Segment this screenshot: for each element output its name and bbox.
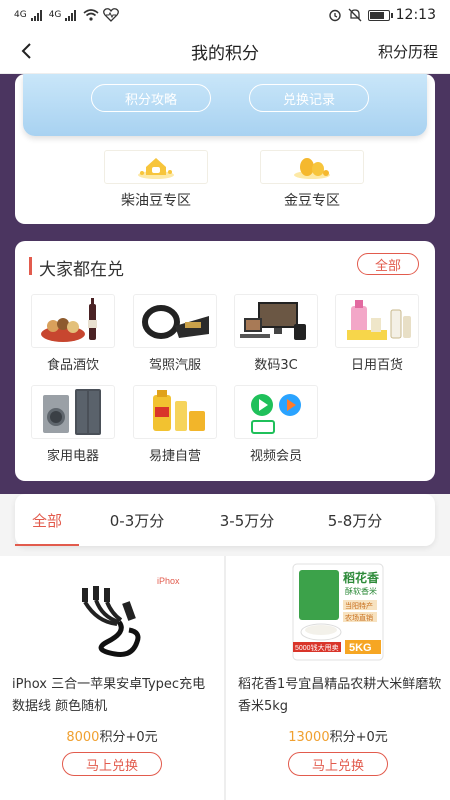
navigation-bar: 我的积分 积分历程 [0, 30, 450, 74]
category-thumb [31, 294, 115, 348]
car-service-icon [142, 305, 209, 339]
pack-sub-text: 酥软香米 [345, 586, 377, 596]
tab-5-8w[interactable]: 5-8万分 [319, 494, 391, 546]
tab-0-3w[interactable]: 0-3万分 [101, 494, 173, 546]
points-history-link[interactable]: 积分历程 [378, 41, 438, 62]
pack-brand-text: 稻花香 [343, 570, 379, 585]
daily-goods-icon [347, 300, 411, 340]
video-vip-icon [251, 394, 301, 434]
wifi-icon [83, 9, 99, 21]
category-thumb [335, 294, 419, 348]
points-strategy-button[interactable]: 积分攻略 [91, 84, 211, 112]
product-points: 8000 [66, 730, 100, 745]
pack-tag-1: 当阳特产 [345, 601, 373, 610]
category-thumb [133, 385, 217, 439]
battery-icon [367, 9, 393, 21]
category-yijie[interactable]: 易捷自营 [133, 385, 217, 464]
category-appliances[interactable]: 家用电器 [31, 385, 115, 464]
gold-bean-zone[interactable]: 金豆专区 [247, 150, 377, 210]
popular-exchange-card: 大家都在兑 全部 食品酒饮 驾照汽服 数码3C 日用百货 家用电器 易捷自营 视… [15, 241, 435, 481]
points-banner: 积分攻略 兑换记录 [23, 74, 427, 136]
category-thumb [31, 385, 115, 439]
product-name: iPhox 三合一苹果安卓Typec充电数据线 颜色随机 [12, 677, 206, 714]
network-label-2: 4G [48, 10, 62, 20]
product-brand-text: iPhox [157, 576, 180, 586]
points-filter-tabs: 全部 0-3万分 3-5万分 5-8万分 [15, 494, 435, 546]
status-bar: 4G 4G 12:13 [0, 0, 450, 30]
exchange-record-button[interactable]: 兑换记录 [249, 84, 369, 112]
product-image: iPhox [0, 556, 224, 668]
category-thumb [234, 294, 318, 348]
product-points: 13000 [288, 730, 330, 745]
page-title: 我的积分 [191, 44, 259, 64]
product-price: 13000积分+0元 [226, 726, 450, 745]
network-label-1: 4G [14, 10, 27, 20]
gold-bean-zone-label: 金豆专区 [284, 193, 340, 209]
category-label: 食品酒饮 [46, 358, 99, 373]
signal-icon [30, 9, 42, 21]
section-accent-bar [29, 257, 32, 275]
alarm-icon [328, 9, 341, 22]
signal-icon-2 [65, 9, 77, 21]
category-food-wine[interactable]: 食品酒饮 [31, 294, 115, 373]
category-daily-goods[interactable]: 日用百货 [335, 294, 419, 373]
tab-all[interactable]: 全部 [15, 494, 79, 546]
category-video-vip[interactable]: 视频会员 [234, 385, 318, 464]
category-digital[interactable]: 数码3C [234, 294, 318, 373]
product-grid: iPhox iPhox 三合一苹果安卓Typec充电数据线 颜色随机 8000积… [0, 556, 450, 800]
product-image: 稻花香 酥软香米 当阳特产 农场直销 5000钱大甩卖 5KG [226, 556, 450, 668]
mute-bell-icon [348, 8, 362, 22]
gold-bean-zone-icon-box [260, 150, 364, 184]
product-price-suffix: 积分+0元 [329, 730, 388, 745]
rice-bag-icon: 稻花香 酥软香米 当阳特产 农场直销 5000钱大甩卖 5KG [292, 563, 384, 661]
charging-cable-icon: iPhox [82, 576, 180, 657]
diesel-bean-zone-label: 柴油豆专区 [121, 193, 191, 209]
category-label: 视频会员 [249, 449, 302, 464]
redeem-now-button[interactable]: 马上兑换 [288, 752, 388, 776]
category-thumb [234, 385, 318, 439]
pack-badge-text: 5000钱大甩卖 [295, 643, 339, 652]
diesel-bean-zone-icon-box [104, 150, 208, 184]
appliances-icon [43, 389, 101, 435]
bean-basket-icon [138, 158, 174, 179]
diesel-bean-zone[interactable]: 柴油豆专区 [91, 150, 221, 210]
digital-devices-icon [240, 302, 306, 340]
category-car-service[interactable]: 驾照汽服 [133, 294, 217, 373]
yijie-products-icon [153, 390, 205, 431]
clock-time: 12:13 [395, 7, 436, 23]
points-summary-card: 积分攻略 兑换记录 柴油豆专区 金豆专区 [15, 74, 435, 224]
gold-bean-icon [294, 158, 330, 179]
category-label: 数码3C [254, 358, 298, 373]
category-label: 易捷自营 [148, 449, 201, 464]
view-all-button[interactable]: 全部 [357, 253, 419, 275]
tab-3-5w[interactable]: 3-5万分 [211, 494, 283, 546]
section-title: 大家都在兑 [39, 260, 124, 280]
product-card[interactable]: 稻花香 酥软香米 当阳特产 农场直销 5000钱大甩卖 5KG 稻花香1号宜昌精… [226, 556, 450, 800]
category-label: 家用电器 [46, 449, 99, 464]
back-icon[interactable] [12, 36, 42, 66]
redeem-now-button[interactable]: 马上兑换 [62, 752, 162, 776]
pack-weight-text: 5KG [349, 642, 372, 654]
product-price-suffix: 积分+0元 [99, 730, 158, 745]
category-label: 日用百货 [350, 358, 403, 373]
product-price: 8000积分+0元 [0, 726, 224, 745]
heart-rate-icon [103, 8, 120, 22]
category-label: 驾照汽服 [148, 358, 201, 373]
pack-tag-2: 农场直销 [345, 613, 373, 622]
food-wine-icon [41, 298, 97, 342]
product-name: 稻花香1号宜昌精品农耕大米鲜磨软香米5kg [238, 677, 442, 714]
category-thumb [133, 294, 217, 348]
product-card[interactable]: iPhox iPhox 三合一苹果安卓Typec充电数据线 颜色随机 8000积… [0, 556, 224, 800]
